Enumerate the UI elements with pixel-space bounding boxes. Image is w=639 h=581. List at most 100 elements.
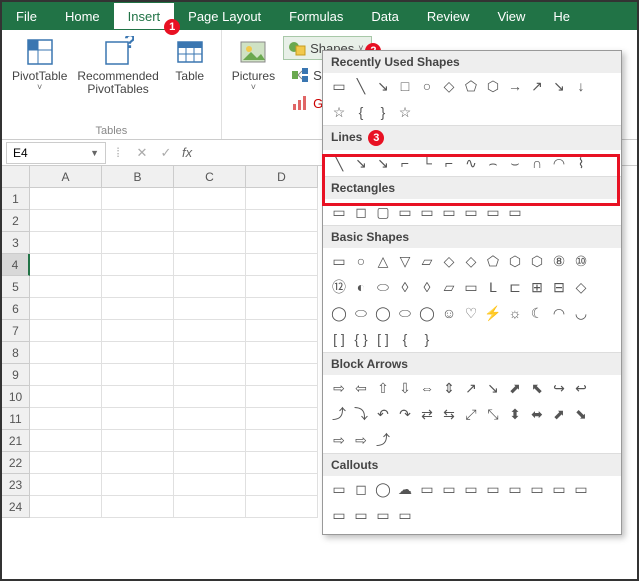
- cell[interactable]: [246, 496, 318, 518]
- cell[interactable]: [102, 408, 174, 430]
- row-header[interactable]: 6: [2, 298, 30, 320]
- shape-option[interactable]: [ ]: [373, 330, 393, 348]
- shape-option[interactable]: ↘: [351, 154, 371, 172]
- shape-option[interactable]: ⇨: [329, 431, 349, 449]
- cell[interactable]: [246, 408, 318, 430]
- shape-option[interactable]: ▭: [329, 203, 349, 221]
- tab-home[interactable]: Home: [51, 3, 114, 29]
- shape-option[interactable]: ☼: [505, 304, 525, 322]
- row-header[interactable]: 10: [2, 386, 30, 408]
- shape-option[interactable]: ◯: [329, 304, 349, 322]
- col-header-C[interactable]: C: [174, 166, 246, 188]
- pictures-button[interactable]: Pictures ˅: [228, 34, 279, 123]
- shape-option[interactable]: ⇨: [351, 431, 371, 449]
- cell[interactable]: [174, 364, 246, 386]
- shape-option[interactable]: ⬉: [527, 379, 547, 397]
- cell[interactable]: [246, 254, 318, 276]
- cell[interactable]: [246, 188, 318, 210]
- shape-option[interactable]: ☁: [395, 480, 415, 498]
- namebox-dropdown-icon[interactable]: ▼: [90, 148, 99, 158]
- shape-option[interactable]: ⬡: [505, 252, 525, 270]
- shape-option[interactable]: △: [373, 252, 393, 270]
- shape-option[interactable]: ⌣: [505, 154, 525, 172]
- shape-option[interactable]: ▭: [439, 480, 459, 498]
- cell[interactable]: [30, 496, 102, 518]
- cell[interactable]: [246, 276, 318, 298]
- shape-option[interactable]: ⬭: [373, 278, 393, 296]
- shape-option[interactable]: ⬭: [351, 304, 371, 322]
- shape-option[interactable]: ▭: [395, 506, 415, 524]
- row-header[interactable]: 7: [2, 320, 30, 342]
- table-button[interactable]: Table: [165, 34, 215, 123]
- cancel-button[interactable]: ✕: [130, 145, 154, 161]
- shape-option[interactable]: ◯: [373, 480, 393, 498]
- row-header[interactable]: 23: [2, 474, 30, 496]
- shape-option[interactable]: ☆: [329, 103, 349, 121]
- shape-option[interactable]: ▭: [439, 203, 459, 221]
- cell[interactable]: [246, 320, 318, 342]
- shape-option[interactable]: ▭: [483, 480, 503, 498]
- shape-option[interactable]: ↘: [483, 379, 503, 397]
- shape-option[interactable]: [ ]: [329, 330, 349, 348]
- tab-view[interactable]: View: [483, 3, 539, 29]
- cell[interactable]: [246, 474, 318, 496]
- shape-option[interactable]: ▭: [417, 480, 437, 498]
- shape-option[interactable]: ⇩: [395, 379, 415, 397]
- row-header[interactable]: 1: [2, 188, 30, 210]
- shape-option[interactable]: ⬡: [527, 252, 547, 270]
- cell[interactable]: [102, 188, 174, 210]
- recommended-pivottables-button[interactable]: ? Recommended PivotTables: [73, 34, 162, 123]
- shape-option[interactable]: ╲: [329, 154, 349, 172]
- shape-option[interactable]: ↘: [549, 77, 569, 95]
- shape-option[interactable]: ∩: [527, 154, 547, 172]
- shape-option[interactable]: ⑫: [329, 278, 349, 296]
- shape-option[interactable]: ◊: [417, 278, 437, 296]
- cell[interactable]: [246, 452, 318, 474]
- cell[interactable]: [30, 254, 102, 276]
- shape-option[interactable]: ⬍: [505, 405, 525, 423]
- shape-option[interactable]: ▭: [351, 506, 371, 524]
- shape-option[interactable]: ⬠: [483, 252, 503, 270]
- col-header-A[interactable]: A: [30, 166, 102, 188]
- cell[interactable]: [246, 430, 318, 452]
- shape-option[interactable]: ○: [351, 252, 371, 270]
- row-header[interactable]: 24: [2, 496, 30, 518]
- cell[interactable]: [102, 320, 174, 342]
- row-header[interactable]: 21: [2, 430, 30, 452]
- cell[interactable]: [30, 386, 102, 408]
- shape-option[interactable]: ↗: [461, 379, 481, 397]
- shape-option[interactable]: ☺: [439, 304, 459, 322]
- shape-option[interactable]: ↘: [373, 77, 393, 95]
- shape-option[interactable]: { }: [351, 330, 371, 348]
- shape-option[interactable]: ◇: [439, 77, 459, 95]
- cell[interactable]: [102, 474, 174, 496]
- shape-option[interactable]: ▭: [505, 480, 525, 498]
- row-header[interactable]: 4: [2, 254, 30, 276]
- shape-option[interactable]: ⬌: [527, 405, 547, 423]
- cell[interactable]: [174, 298, 246, 320]
- shape-option[interactable]: L: [483, 278, 503, 296]
- tab-formulas[interactable]: Formulas: [275, 3, 357, 29]
- shape-option[interactable]: ☾: [527, 304, 547, 322]
- shape-option[interactable]: ⬡: [483, 77, 503, 95]
- shape-option[interactable]: ▭: [549, 480, 569, 498]
- cell[interactable]: [246, 298, 318, 320]
- shape-option[interactable]: ⤢: [461, 405, 481, 423]
- cell[interactable]: [174, 408, 246, 430]
- shape-option[interactable]: ◇: [571, 278, 591, 296]
- shape-option[interactable]: ⇆: [439, 405, 459, 423]
- shape-option[interactable]: ⇨: [329, 379, 349, 397]
- shape-option[interactable]: ⊏: [505, 278, 525, 296]
- shape-option[interactable]: ⌇: [571, 154, 591, 172]
- cell[interactable]: [30, 430, 102, 452]
- pivottable-button[interactable]: PivotTable ˅: [8, 34, 71, 123]
- cell[interactable]: [102, 232, 174, 254]
- tab-data[interactable]: Data: [357, 3, 412, 29]
- col-header-D[interactable]: D: [246, 166, 318, 188]
- shape-option[interactable]: ↶: [373, 405, 393, 423]
- tab-review[interactable]: Review: [413, 3, 484, 29]
- shape-option[interactable]: ▭: [505, 203, 525, 221]
- shape-option[interactable]: ◇: [439, 252, 459, 270]
- cell[interactable]: [174, 188, 246, 210]
- shape-option[interactable]: ⤵: [351, 405, 371, 423]
